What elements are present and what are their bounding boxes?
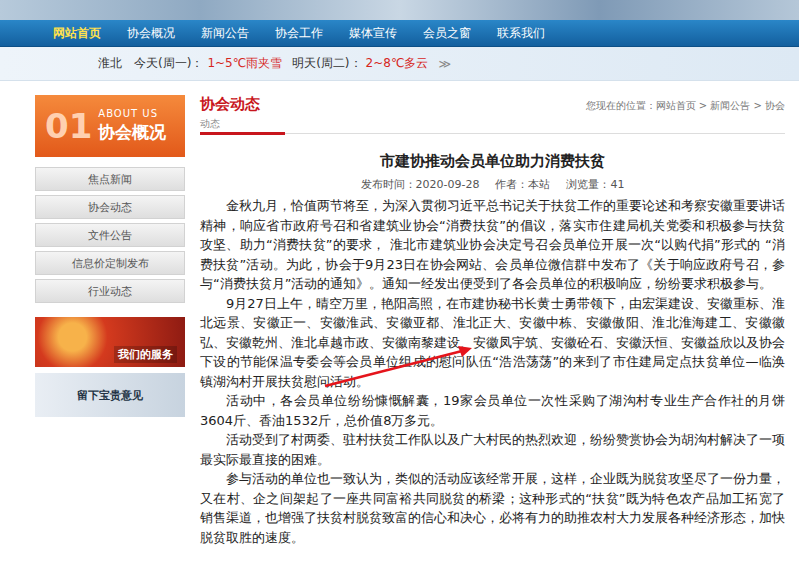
section-divider — [200, 133, 785, 134]
main: 01ABOUT US协会概况焦点新闻协会动态文件公告信息价定制发布行业动态我们的… — [0, 81, 799, 547]
sidebar-header-number: 01 — [45, 106, 92, 146]
content: 协会动态动态 您现在的位置：网站首页 > 新闻公告 > 协会市建协推动会员单位助力… — [200, 95, 785, 547]
sidebar-header-en: ABOUT US — [98, 108, 166, 119]
weather-tomorrow: 2~8℃多云 — [366, 55, 429, 72]
red-arrow-icon — [0, 0, 799, 562]
weather-more[interactable]: ≫ — [438, 57, 451, 71]
section-subtitle: 动态 — [200, 117, 260, 131]
nav-item[interactable]: 协会概况 — [114, 25, 188, 42]
sidebar-header-title: 协会概况 — [98, 121, 166, 144]
nav-item[interactable]: 会员之窗 — [410, 25, 484, 42]
weather-city: 淮北 — [98, 55, 122, 72]
service-label: 我们的服务 — [114, 346, 177, 363]
meta-item: 浏览量：41 — [566, 177, 624, 192]
breadcrumb: 您现在的位置：网站首页 > 新闻公告 > 协会 — [586, 99, 785, 113]
section-header: 协会动态动态 您现在的位置：网站首页 > 新闻公告 > 协会 — [200, 95, 785, 131]
sidebar-menu: 焦点新闻协会动态文件公告信息价定制发布行业动态 — [35, 167, 185, 303]
weather-today: 1~5℃雨夹雪 — [207, 55, 282, 72]
sidebar-item[interactable]: 协会动态 — [35, 195, 185, 219]
article-meta: 发布时间：2020-09-28 作者：本站 浏览量：41 — [200, 177, 785, 192]
article-paragraph: 活动受到了村两委、驻村扶贫工作队以及广大村民的热烈欢迎，纷纷赞赏协会为胡沟村解决… — [200, 430, 785, 469]
weather-bar: 淮北今天(周一)：1~5℃雨夹雪明天(周二)： 2~8℃多云 ≫ — [0, 47, 799, 81]
sidebar-header: 01 ABOUT US 协会概况 — [35, 95, 185, 157]
nav-item[interactable]: 协会工作 — [262, 25, 336, 42]
section-title: 协会动态 — [200, 95, 260, 114]
article-paragraph: 9月27日上午，晴空万里，艳阳高照，在市建协秘书长黄士勇带领下，由宏渠建设、安徽… — [200, 294, 785, 392]
article-paragraph: 金秋九月，恰值两节将至，为深入贯彻习近平总书记关于扶贫工作的重要论述和考察安徽重… — [200, 196, 785, 294]
feedback-banner[interactable]: 留下宝贵意见 — [35, 373, 185, 417]
nav-item[interactable]: 网站首页 — [40, 25, 114, 42]
nav-item[interactable]: 联系我们 — [484, 25, 558, 42]
meta-item: 发布时间：2020-09-28 — [361, 177, 480, 192]
feedback-label: 留下宝贵意见 — [73, 387, 147, 404]
header-banner — [0, 0, 799, 20]
sidebar-item[interactable]: 文件公告 — [35, 223, 185, 247]
page: 网站首页协会概况新闻公告协会工作媒体宣传会员之窗联系我们淮北今天(周一)：1~5… — [0, 0, 799, 562]
article-paragraph: 参与活动的单位也一致认为，类似的活动应该经常开展，这样，企业既为脱贫攻坚尽了一份… — [200, 469, 785, 547]
sidebar-item[interactable]: 信息价定制发布 — [35, 251, 185, 275]
nav-bar: 网站首页协会概况新闻公告协会工作媒体宣传会员之窗联系我们 — [0, 20, 799, 47]
nav-item[interactable]: 媒体宣传 — [336, 25, 410, 42]
weather-tomorrow-label: 明天(周二)： — [292, 55, 361, 72]
sidebar: 01 ABOUT US 协会概况焦点新闻协会动态文件公告信息价定制发布行业动态我们的… — [35, 95, 185, 547]
nav-item[interactable]: 新闻公告 — [188, 25, 262, 42]
article-title: 市建协推动会员单位助力消费扶贫 — [200, 152, 785, 171]
article-body: 金秋九月，恰值两节将至，为深入贯彻习近平总书记关于扶贫工作的重要论述和考察安徽重… — [200, 196, 785, 547]
article-paragraph: 活动中，各会员单位纷纷慷慨解囊，19家会员单位一次性采购了湖沟村专业生产合作社的… — [200, 391, 785, 430]
sidebar-item[interactable]: 行业动态 — [35, 279, 185, 303]
weather-today-label: 今天(周一)： — [134, 55, 203, 72]
service-banner[interactable]: 我们的服务 — [35, 317, 185, 367]
meta-item: 作者：本站 — [495, 177, 550, 192]
sidebar-item[interactable]: 焦点新闻 — [35, 167, 185, 191]
